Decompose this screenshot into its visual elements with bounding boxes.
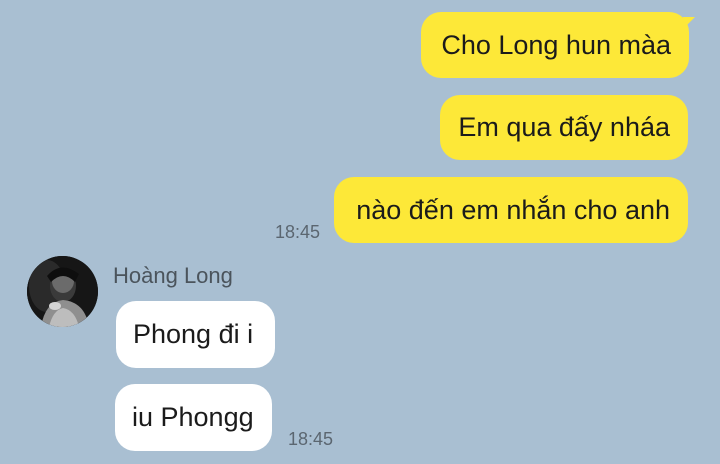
incoming-message-bubble[interactable]: iu Phongg bbox=[115, 384, 272, 451]
message-text: Em qua đấy nháa bbox=[458, 112, 670, 142]
outgoing-message-bubble[interactable]: Cho Long hun màa bbox=[421, 12, 689, 78]
incoming-message-bubble[interactable]: Phong đi i bbox=[116, 301, 275, 368]
contact-avatar[interactable] bbox=[27, 256, 98, 327]
message-timestamp: 18:45 bbox=[275, 222, 321, 242]
person-photo-avatar-icon bbox=[27, 256, 98, 327]
sender-name: Hoàng Long bbox=[113, 263, 233, 288]
bubble-tail bbox=[683, 17, 695, 29]
message-text: Cho Long hun màa bbox=[441, 29, 671, 60]
outgoing-message-bubble[interactable]: nào đến em nhắn cho anh bbox=[334, 177, 688, 243]
message-text: Phong đi i bbox=[133, 319, 254, 349]
message-text: iu Phongg bbox=[132, 402, 254, 432]
chat-screen: { "messages_out": [ {"text": "Cho Long h… bbox=[0, 0, 720, 464]
outgoing-message-bubble[interactable]: Em qua đấy nháa bbox=[440, 95, 688, 160]
message-timestamp: 18:45 bbox=[288, 429, 334, 449]
message-text: nào đến em nhắn cho anh bbox=[356, 194, 670, 225]
